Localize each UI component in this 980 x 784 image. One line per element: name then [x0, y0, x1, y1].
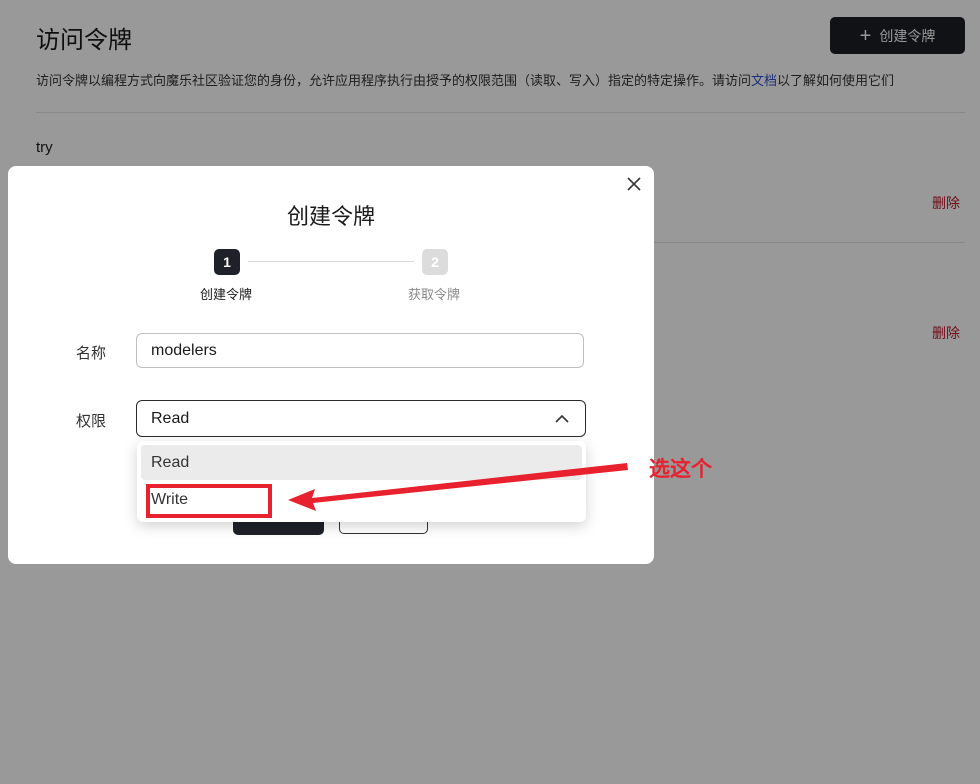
chevron-up-icon — [555, 412, 569, 431]
permission-label: 权限 — [76, 413, 107, 430]
permission-select[interactable]: Read — [136, 400, 586, 437]
close-icon[interactable] — [624, 174, 644, 194]
annotation-highlight-box — [146, 484, 272, 518]
annotation-text: 选这个 — [649, 458, 712, 481]
name-label: 名称 — [76, 345, 107, 362]
option-read[interactable]: Read — [141, 445, 582, 480]
permission-selected-value: Read — [151, 409, 190, 427]
step-1-label: 创建令牌 — [200, 287, 253, 302]
dialog-title: 创建令牌 — [286, 204, 375, 229]
step-2-label: 获取令牌 — [408, 287, 461, 302]
step-1-indicator: 1 — [214, 249, 240, 275]
step-2-indicator: 2 — [422, 249, 448, 275]
step-connector — [248, 261, 414, 262]
name-input[interactable] — [136, 333, 584, 368]
